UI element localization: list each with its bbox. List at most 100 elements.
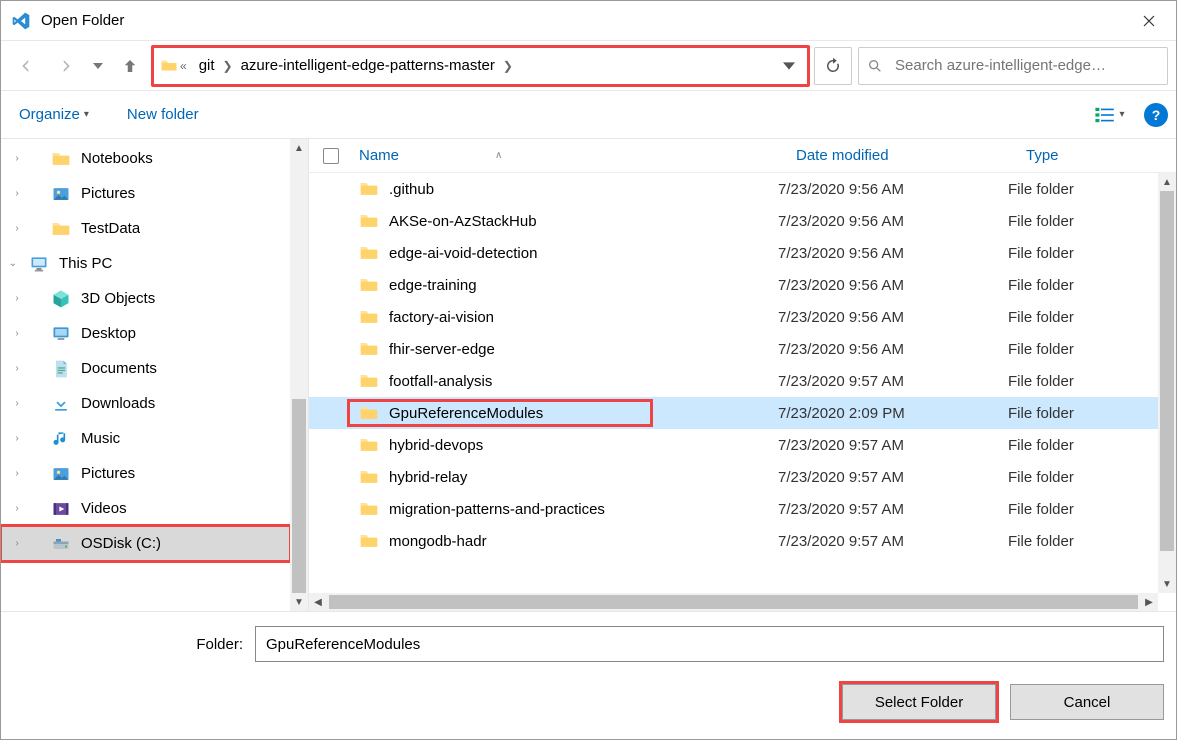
tree-item-label: Pictures [81,185,135,202]
command-bar: Organize ▾ New folder ▾ ? [1,91,1176,139]
tree-item-pictures[interactable]: › Pictures [1,176,290,211]
expand-icon[interactable]: › [11,503,23,514]
address-bar[interactable]: « git ❯ azure-intelligent-edge-patterns-… [153,47,808,85]
help-button[interactable]: ? [1144,103,1168,127]
breadcrumb-label: azure-intelligent-edge-patterns-master [241,57,495,74]
expand-icon[interactable]: › [11,188,23,199]
new-folder-label: New folder [127,106,199,123]
column-type[interactable]: Type [1026,147,1176,164]
file-date: 7/23/2020 9:56 AM [778,181,1008,198]
expand-icon[interactable]: › [11,153,23,164]
file-row[interactable]: .github7/23/2020 9:56 AMFile folder [309,173,1158,205]
expand-icon[interactable]: › [11,468,23,479]
file-name-cell: .github [353,179,778,199]
list-scrollbar-vertical[interactable]: ▲▼ [1158,173,1176,593]
breadcrumb-overflow[interactable]: « [156,48,191,84]
tree-item-label: Downloads [81,395,155,412]
expand-icon[interactable]: › [11,433,23,444]
file-name: hybrid-relay [389,469,467,486]
file-type: File folder [1008,469,1158,486]
column-name[interactable]: Name ∧ [353,147,796,164]
file-row[interactable]: mongodb-hadr7/23/2020 9:57 AMFile folder [309,525,1158,557]
nav-forward-button[interactable] [49,49,83,83]
tree-item-osdisk-c-[interactable]: ›OSDisk (C:) [1,526,290,561]
file-row[interactable]: migration-patterns-and-practices7/23/202… [309,493,1158,525]
file-name-cell: mongodb-hadr [353,531,778,551]
expand-icon[interactable]: › [11,398,23,409]
disk-icon [51,534,71,554]
file-row[interactable]: footfall-analysis7/23/2020 9:57 AMFile f… [309,365,1158,397]
tree-item-downloads[interactable]: › Downloads [1,386,290,421]
expand-icon[interactable]: › [11,363,23,374]
tree-item-this-pc[interactable]: ⌄This PC [1,246,290,281]
nav-recent-dropdown[interactable] [89,49,107,83]
file-row[interactable]: edge-ai-void-detection7/23/2020 9:56 AMF… [309,237,1158,269]
file-type: File folder [1008,181,1158,198]
chevron-right-icon[interactable]: ❯ [223,59,233,73]
tree-item-pictures[interactable]: ›Pictures [1,456,290,491]
tree-item-label: Notebooks [81,150,153,167]
expand-icon[interactable]: › [11,328,23,339]
file-row[interactable]: edge-training7/23/2020 9:56 AMFile folde… [309,269,1158,301]
scrollbar-thumb[interactable] [292,399,306,593]
expand-icon[interactable]: › [11,293,23,304]
file-row[interactable]: fhir-server-edge 7/23/2020 9:56 AMFile fo… [309,333,1158,365]
tree-item-3d-objects[interactable]: ›3D Objects [1,281,290,316]
file-type: File folder [1008,341,1158,358]
column-date[interactable]: Date modified [796,147,1026,164]
cancel-label: Cancel [1064,694,1111,711]
cancel-button[interactable]: Cancel [1010,684,1164,720]
chevron-right-icon[interactable]: ❯ [503,59,513,73]
organize-menu[interactable]: Organize ▾ [9,100,99,129]
refresh-button[interactable] [814,47,852,85]
file-row[interactable]: factory-ai-vision7/23/2020 9:56 AMFile f… [309,301,1158,333]
file-row[interactable]: AKSe-on-AzStackHub7/23/2020 9:56 AMFile … [309,205,1158,237]
select-all-checkbox[interactable] [323,148,339,164]
nav-up-button[interactable] [113,49,147,83]
file-date: 7/23/2020 9:56 AM [778,341,1008,358]
select-folder-button[interactable]: Select Folder [842,684,996,720]
thispc-icon [29,254,49,274]
expand-icon[interactable]: › [11,538,23,549]
tree-item-testdata[interactable]: ›TestData [1,211,290,246]
file-date: 7/23/2020 9:56 AM [778,245,1008,262]
file-type: File folder [1008,309,1158,326]
address-dropdown[interactable] [777,60,801,72]
tree-item-videos[interactable]: ›Videos [1,491,290,526]
breadcrumb-git[interactable]: git [195,48,219,84]
tree-item-documents[interactable]: ›Documents [1,351,290,386]
new-folder-button[interactable]: New folder [117,100,209,129]
tree-item-music[interactable]: ›Music [1,421,290,456]
view-mode-button[interactable]: ▾ [1088,98,1132,132]
list-scrollbar-horizontal[interactable]: ◀▶ [309,593,1158,611]
tree-item-desktop[interactable]: ›Desktop [1,316,290,351]
scrollbar-thumb[interactable] [329,595,1138,609]
tree-item-notebooks[interactable]: › Notebooks [1,141,290,176]
expand-icon[interactable]: › [11,223,23,234]
navigation-pane: ›Notebooks›Pictures›TestData⌄This PC›3D … [1,139,309,611]
search-input[interactable] [893,56,1159,75]
file-name: AKSe-on-AzStackHub [389,213,537,230]
file-row[interactable]: hybrid-relay7/23/2020 9:57 AMFile folder [309,461,1158,493]
file-date: 7/23/2020 9:57 AM [778,437,1008,454]
search-box[interactable] [858,47,1168,85]
breadcrumb-current[interactable]: azure-intelligent-edge-patterns-master [237,48,499,84]
file-row[interactable]: hybrid-devops7/23/2020 9:57 AMFile folde… [309,429,1158,461]
folder-icon [359,499,379,519]
tree-scrollbar[interactable]: ▲ ▼ [290,139,308,611]
file-date: 7/23/2020 9:56 AM [778,277,1008,294]
select-folder-label: Select Folder [875,694,963,711]
folder-icon [51,219,71,239]
file-type: File folder [1008,373,1158,390]
expand-icon[interactable]: ⌄ [7,258,19,269]
footer: Folder: Select Folder Cancel [1,611,1176,739]
desktop-icon [51,324,71,344]
nav-back-button[interactable] [9,49,43,83]
file-name: fhir-server-edge [389,341,495,358]
file-row[interactable]: GpuReferenceModules7/23/2020 2:09 PMFile… [309,397,1158,429]
scrollbar-thumb[interactable] [1160,191,1174,551]
folder-name-input[interactable] [255,626,1164,662]
close-button[interactable] [1126,1,1172,41]
file-name: mongodb-hadr [389,533,487,550]
file-type: File folder [1008,437,1158,454]
